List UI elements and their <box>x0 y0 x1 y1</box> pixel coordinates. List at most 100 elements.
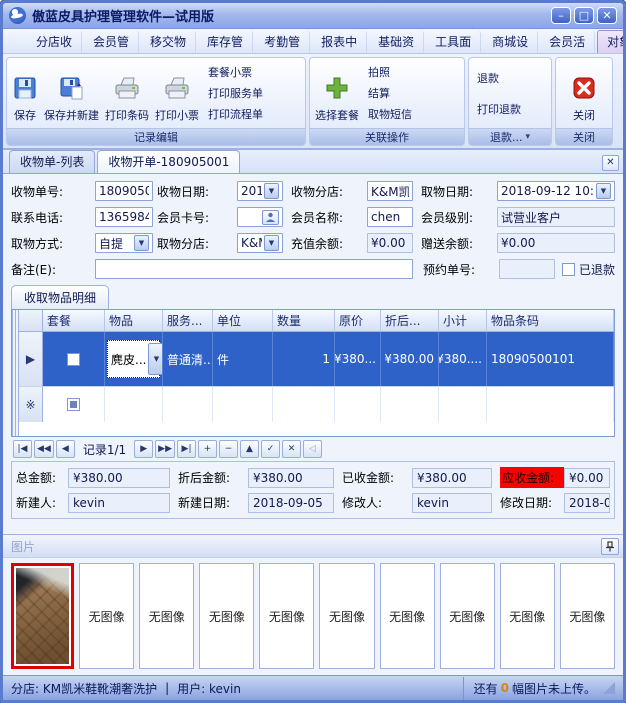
grid-new-row[interactable]: ※ <box>19 386 614 422</box>
menu-tab-attendance[interactable]: 考勤管 <box>255 31 310 53</box>
package-receipt-button[interactable]: 套餐小票 <box>205 62 266 82</box>
select-package-button[interactable]: 选择套餐 <box>313 60 361 126</box>
cell-barcode[interactable]: 18090500101 <box>487 332 614 386</box>
thumbnail-empty[interactable]: 无图像 <box>139 563 194 669</box>
thumbnail-empty[interactable]: 无图像 <box>560 563 615 669</box>
thumbnail-empty[interactable]: 无图像 <box>79 563 134 669</box>
nav-prev-button[interactable]: ◀ <box>56 440 75 458</box>
pickup-branch-field[interactable]: K&M▼ <box>237 233 283 253</box>
col-header-qty[interactable]: 数量 <box>273 310 335 331</box>
col-header-orig-price[interactable]: 原价 <box>335 310 381 331</box>
tab-close-button[interactable]: ✕ <box>602 155 619 171</box>
items-grid: 套餐 物品 服务... 单位 数量 原价 折后... 小计 物品条码 ▶ 麂皮.… <box>11 309 615 437</box>
splitter-stripes[interactable] <box>12 310 19 436</box>
detail-section-tab[interactable]: 收取物品明细 <box>11 285 109 309</box>
nav-next-button[interactable]: ▶ <box>134 440 153 458</box>
col-header-service[interactable]: 服务... <box>163 310 213 331</box>
receipt-branch-field[interactable]: K&M凯米 <box>367 181 413 201</box>
col-header-subtotal[interactable]: 小计 <box>439 310 487 331</box>
menu-tab-inventory[interactable]: 库存管 <box>198 31 253 53</box>
menu-tab-branch-receive[interactable]: 分店收 <box>27 31 82 53</box>
nav-next-page-button[interactable]: ▶▶ <box>155 440 175 458</box>
member-lookup-button[interactable] <box>262 210 279 225</box>
cell-unit[interactable]: 件 <box>213 332 273 386</box>
receipt-date-field[interactable]: 2018▼ <box>237 181 283 201</box>
print-service-slip-button[interactable]: 打印服务单 <box>205 83 266 103</box>
maximize-button[interactable]: □ <box>574 7 594 24</box>
menu-tab-reports[interactable]: 报表中 <box>312 31 367 53</box>
menu-tab-mall[interactable]: 商城设 <box>483 31 538 53</box>
thumbnail-empty[interactable]: 无图像 <box>319 563 374 669</box>
resize-grip[interactable] <box>603 682 615 694</box>
title-bar: 傲蓝皮具护理管理软件—试用版 – □ ✕ <box>3 3 623 29</box>
nav-insert-button[interactable]: + <box>198 440 217 458</box>
menu-tab-object-active[interactable]: 对象管 <box>597 30 626 53</box>
item-dropdown-editor[interactable]: 麂皮... ▼ <box>107 340 160 378</box>
close-button[interactable]: ✕ <box>597 7 617 24</box>
pickup-sms-button[interactable]: 取物短信 <box>365 104 415 124</box>
package-checkbox-new[interactable] <box>67 398 80 411</box>
chevron-down-icon[interactable]: ▼ <box>148 343 163 375</box>
col-header-barcode[interactable]: 物品条码 <box>487 310 614 331</box>
cell-qty[interactable]: 1 <box>273 332 335 386</box>
nav-first-button[interactable]: |◀ <box>13 440 32 458</box>
nav-cancel-button[interactable]: ✕ <box>282 440 301 458</box>
save-button[interactable]: 保存 <box>10 60 40 126</box>
nav-edit-button[interactable]: ▲ <box>240 440 259 458</box>
col-header-item[interactable]: 物品 <box>105 310 163 331</box>
col-header-unit[interactable]: 单位 <box>213 310 273 331</box>
chevron-down-icon[interactable]: ▼ <box>264 235 279 251</box>
nav-prev-page-button[interactable]: ◀◀ <box>34 440 54 458</box>
print-refund-button[interactable]: 打印退款 <box>474 99 524 119</box>
refund-button[interactable]: 退款 <box>474 68 524 88</box>
menu-tab-basic-data[interactable]: 基础资 <box>369 31 424 53</box>
nav-last-button[interactable]: ▶| <box>177 440 196 458</box>
nav-post-button[interactable]: ✓ <box>261 440 280 458</box>
thumbnail-empty[interactable]: 无图像 <box>500 563 555 669</box>
phone-field[interactable]: 1365984 <box>95 207 153 227</box>
remark-field[interactable] <box>95 259 413 279</box>
menu-tab-member-activity[interactable]: 会员活 <box>540 31 595 53</box>
close-form-button[interactable]: 关闭 <box>569 60 599 126</box>
settle-button[interactable]: 结算 <box>365 83 415 103</box>
pickup-date-field[interactable]: 2018-09-12 10:▼ <box>497 181 615 201</box>
member-name-field[interactable]: chen <box>367 207 413 227</box>
take-photo-button[interactable]: 拍照 <box>365 62 415 82</box>
cell-service[interactable]: 普通清... <box>163 332 213 386</box>
tab-receipt-list[interactable]: 收物单-列表 <box>9 150 95 173</box>
col-header-disc-price[interactable]: 折后... <box>381 310 439 331</box>
print-flow-slip-button[interactable]: 打印流程单 <box>205 104 266 124</box>
thumbnail-strip: 无图像 无图像 无图像 无图像 无图像 无图像 无图像 无图像 无图像 <box>3 558 623 675</box>
menu-tab-tools[interactable]: 工具面 <box>426 31 481 53</box>
member-card-field[interactable] <box>237 207 283 227</box>
menu-tab-transfer[interactable]: 移交物 <box>141 31 196 53</box>
ribbon-group-label[interactable]: 退款... ▾ <box>469 128 551 145</box>
ribbon-group-close: 关闭 关闭 <box>555 57 613 146</box>
pickup-method-field[interactable]: 自提▼ <box>95 233 153 253</box>
menu-tab-member[interactable]: 会员管 <box>84 31 139 53</box>
package-checkbox[interactable] <box>67 353 80 366</box>
chevron-down-icon[interactable]: ▼ <box>264 183 279 199</box>
save-and-new-button[interactable]: 保存并新建 <box>42 60 101 126</box>
chevron-down-icon[interactable]: ▼ <box>596 183 611 199</box>
nav-delete-button[interactable]: − <box>219 440 238 458</box>
thumbnail-empty[interactable]: 无图像 <box>199 563 254 669</box>
receipt-no-field[interactable]: 18090500 <box>95 181 153 201</box>
person-icon <box>265 212 276 222</box>
print-receipt-button[interactable]: 打印小票 <box>153 60 201 126</box>
cell-subtotal[interactable]: ¥380.... <box>439 332 487 386</box>
cell-orig-price[interactable]: ¥380... <box>335 332 381 386</box>
thumbnail-empty[interactable]: 无图像 <box>440 563 495 669</box>
chevron-down-icon[interactable]: ▼ <box>134 235 149 251</box>
pin-button[interactable] <box>601 538 619 555</box>
minimize-button[interactable]: – <box>551 7 571 24</box>
thumbnail-photo-selected[interactable] <box>11 563 74 669</box>
print-barcode-button[interactable]: 打印条码 <box>103 60 151 126</box>
thumbnail-empty[interactable]: 无图像 <box>259 563 314 669</box>
tab-receipt-open-active[interactable]: 收物开单-180905001 <box>97 150 240 173</box>
grid-row-selected[interactable]: ▶ 麂皮... ▼ 普通清... 件 1 ¥380... ¥380.00 ¥38… <box>19 332 614 386</box>
cell-disc-price[interactable]: ¥380.00 <box>381 332 439 386</box>
thumbnail-empty[interactable]: 无图像 <box>380 563 435 669</box>
col-header-package[interactable]: 套餐 <box>43 310 105 331</box>
refunded-checkbox[interactable] <box>562 263 575 276</box>
